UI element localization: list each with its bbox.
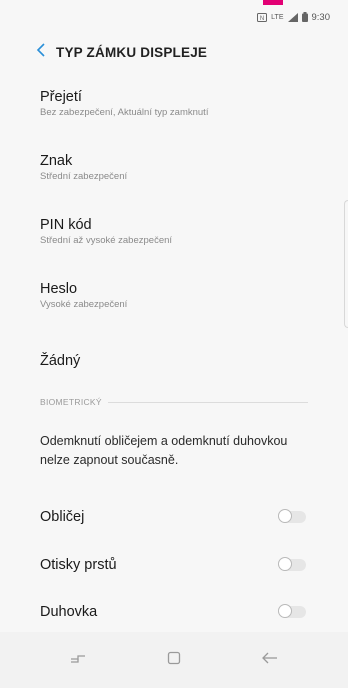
- system-back-button[interactable]: [250, 640, 290, 680]
- toggle-label: Duhovka: [40, 604, 98, 620]
- fingerprint-row[interactable]: Otisky prstů: [0, 545, 348, 585]
- nfc-icon: N: [257, 12, 268, 22]
- back-button[interactable]: [28, 38, 54, 66]
- clock: 9:30: [311, 11, 331, 23]
- status-bar: N LTE 9:30: [257, 10, 330, 24]
- toggle-label: Obličej: [40, 509, 85, 525]
- lock-option-pin[interactable]: PIN kód Střední až vysoké zabezpečení: [0, 208, 348, 272]
- carrier-indicator: [263, 0, 283, 5]
- option-title: Heslo: [40, 281, 78, 297]
- option-title: Žádný: [40, 353, 81, 369]
- scrollbar[interactable]: [344, 200, 348, 328]
- option-title: Přejetí: [40, 89, 82, 105]
- lock-option-none[interactable]: Žádný: [0, 336, 348, 400]
- lock-option-swipe[interactable]: Přejetí Bez zabezpečení, Aktuální typ za…: [0, 80, 348, 144]
- battery-icon: [301, 12, 308, 22]
- chevron-left-icon: [36, 42, 46, 62]
- home-icon: [167, 651, 181, 670]
- back-arrow-icon: [261, 651, 279, 670]
- biometrics-note: Odemknutí obličejem a odemknutí duhovkou…: [40, 434, 288, 467]
- face-recognition-row[interactable]: Obličej: [0, 497, 348, 537]
- switch-knob: [278, 509, 292, 523]
- switch-knob: [278, 604, 292, 618]
- option-title: Znak: [40, 153, 73, 169]
- toggle-label: Otisky prstů: [40, 557, 117, 573]
- option-subtitle: Bez zabezpečení, Aktuální typ zamknutí: [40, 107, 209, 118]
- fingerprint-switch[interactable]: [278, 557, 306, 571]
- lock-option-pattern[interactable]: Znak Střední zabezpečení: [0, 144, 348, 208]
- app-header: TYP ZÁMKU DISPLEJE: [0, 36, 348, 68]
- lock-screen-type-settings: N LTE 9:30 TYP ZÁMKU DISPLEJE Přejetí Be…: [0, 0, 348, 688]
- switch-knob: [278, 557, 292, 571]
- iris-scanner-switch[interactable]: [278, 604, 306, 618]
- iris-scanner-row[interactable]: Duhovka: [0, 592, 348, 632]
- lock-option-password[interactable]: Heslo Vysoké zabezpečení: [0, 272, 348, 336]
- navigation-bar: [0, 632, 348, 688]
- face-recognition-switch[interactable]: [278, 509, 306, 523]
- home-button[interactable]: [154, 640, 194, 680]
- biometrics-section-header: BIOMETRICKÝ: [40, 397, 308, 407]
- svg-text:N: N: [260, 16, 264, 22]
- option-subtitle: Vysoké zabezpečení: [40, 299, 128, 310]
- section-label: BIOMETRICKÝ: [40, 397, 102, 407]
- lock-type-list: Přejetí Bez zabezpečení, Aktuální typ za…: [0, 80, 348, 400]
- recent-apps-icon: [69, 651, 87, 670]
- option-subtitle: Střední až vysoké zabezpečení: [40, 235, 173, 246]
- signal-icon: [287, 12, 298, 22]
- recent-apps-button[interactable]: [58, 640, 98, 680]
- page-title: TYP ZÁMKU DISPLEJE: [56, 44, 208, 60]
- option-subtitle: Střední zabezpečení: [40, 171, 128, 182]
- section-divider: [107, 401, 308, 403]
- option-title: PIN kód: [40, 217, 92, 233]
- network-type: LTE: [271, 13, 284, 21]
